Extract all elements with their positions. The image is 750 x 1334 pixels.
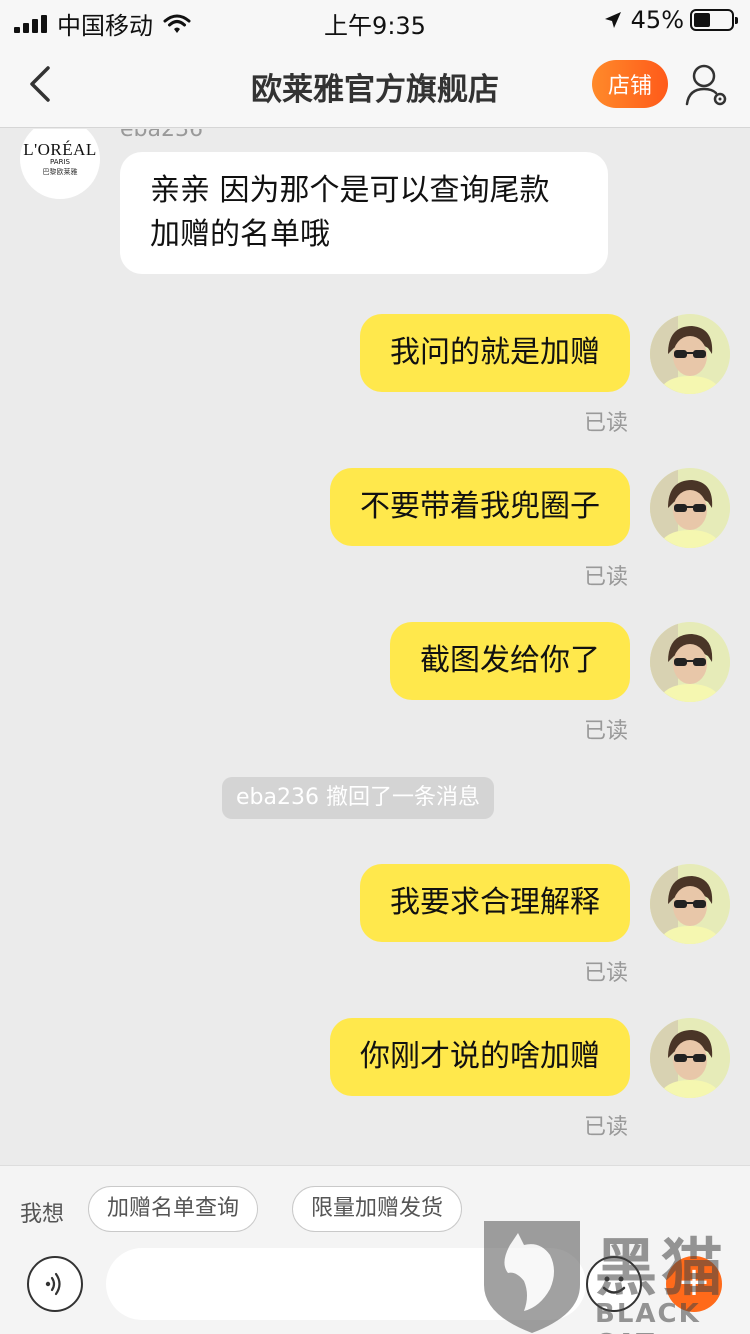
user-photo-icon (650, 314, 730, 394)
read-status: 已读 (583, 1115, 628, 1140)
outgoing-message[interactable]: 截图发给你了 (390, 622, 630, 700)
user-avatar[interactable] (650, 314, 730, 394)
voice-button[interactable] (27, 1256, 83, 1312)
black-cat-watermark: 黑猫 BLACK CAT (480, 1215, 750, 1334)
status-left: 中国移动 (14, 6, 191, 41)
loreal-logo: L'ORÉAL (23, 140, 97, 160)
user-photo-icon (650, 468, 730, 548)
outgoing-message[interactable]: 你刚才说的啥加赠 (330, 1018, 630, 1096)
watermark-zh: 黑猫 (595, 1231, 728, 1304)
voice-icon (45, 1272, 61, 1296)
watermark-en: BLACK CAT (595, 1299, 701, 1334)
store-button[interactable]: 店铺 (592, 60, 668, 108)
wifi-icon (163, 14, 191, 33)
battery-percent: 45% (630, 6, 684, 34)
user-avatar[interactable] (650, 468, 730, 548)
signal-icon (14, 14, 47, 33)
sender-name: eba236 (120, 129, 203, 142)
incoming-message[interactable]: 亲亲 因为那个是可以查询尾款加赠的名单哦 (120, 152, 608, 274)
read-status: 已读 (583, 961, 628, 986)
read-status: 已读 (583, 565, 628, 590)
read-status: 已读 (583, 411, 628, 436)
location-arrow-icon (604, 12, 621, 28)
message-text: 截图发给你了 (420, 643, 600, 678)
battery-icon (690, 9, 738, 31)
message-text: 不要带着我兜圈子 (360, 489, 600, 524)
message-text: 我要求合理解释 (390, 885, 600, 920)
message-text: 我问的就是加赠 (390, 335, 600, 370)
status-bar: 中国移动 上午9:35 45% (0, 0, 750, 40)
user-avatar[interactable] (650, 622, 730, 702)
user-photo-icon (650, 622, 730, 702)
user-avatar[interactable] (650, 1018, 730, 1098)
battery-fill (694, 13, 711, 27)
read-status: 已读 (583, 719, 628, 744)
carrier-label: 中国移动 (57, 12, 153, 40)
outgoing-message[interactable]: 我要求合理解释 (360, 864, 630, 942)
recall-notice: eba236 撤回了一条消息 (222, 777, 494, 819)
back-icon[interactable] (22, 62, 66, 106)
cat-shield-icon (484, 1221, 580, 1333)
status-right: 45% (603, 6, 738, 34)
quick-reply-chip[interactable]: 限量加赠发货 (292, 1186, 463, 1232)
message-text: 你刚才说的啥加赠 (360, 1039, 600, 1074)
quick-reply-chip[interactable]: 加赠名单查询 (88, 1186, 259, 1232)
message-text: 亲亲 因为那个是可以查询尾款加赠的名单哦 (150, 173, 550, 252)
outgoing-message[interactable]: 不要带着我兜圈子 (330, 468, 630, 546)
loreal-logo-cn: 巴黎欧莱雅 (42, 167, 78, 176)
profile-settings-icon[interactable] (684, 62, 730, 108)
user-avatar[interactable] (650, 864, 730, 944)
loreal-logo-sub: PARIS (50, 158, 70, 167)
user-photo-icon (650, 1018, 730, 1098)
shop-avatar[interactable]: L'ORÉAL PARIS 巴黎欧莱雅 (20, 129, 100, 199)
nav-bar: 欧莱雅官方旗舰店 店铺 (0, 40, 750, 128)
quick-reply-label: 我想 (20, 1202, 65, 1227)
user-photo-icon (650, 864, 730, 944)
outgoing-message[interactable]: 我问的就是加赠 (360, 314, 630, 392)
chat-area[interactable]: eba236 L'ORÉAL PARIS 巴黎欧莱雅 亲亲 因为那个是可以查询尾… (0, 129, 750, 1165)
